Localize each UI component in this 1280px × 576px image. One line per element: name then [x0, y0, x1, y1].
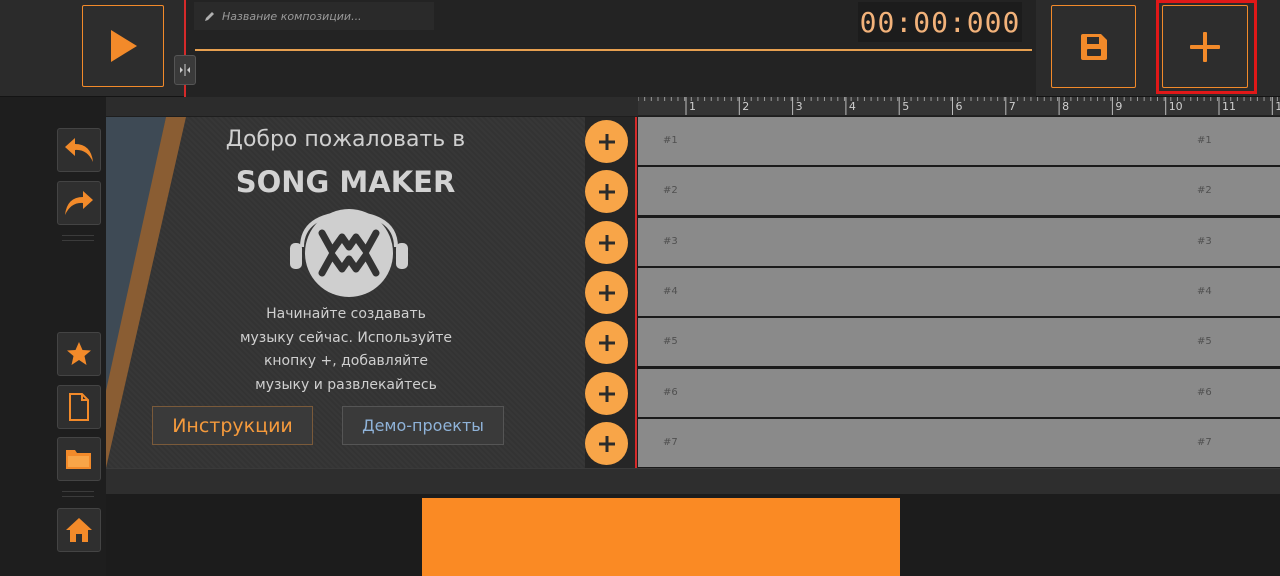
ruler-label: 2 [742, 100, 750, 113]
track-label: #3 [1197, 236, 1212, 247]
track-add-button[interactable] [585, 422, 628, 465]
track-label: #3 [663, 236, 678, 247]
track-label: #6 [1197, 387, 1212, 398]
track-row[interactable]: #7 #7 [638, 419, 1280, 467]
track-label: #5 [663, 336, 678, 347]
open-project-button[interactable] [57, 437, 101, 481]
welcome-description: Начинайте создавать музыку сейчас. Испол… [196, 303, 496, 397]
track-area: #1 #1 #2 #2 #3 #3 #4 #4 #5 #5 #6 #6 #7 #7 [638, 117, 1280, 468]
toolbar-divider [62, 491, 94, 497]
track-label: #4 [663, 286, 678, 297]
ruler-label: 1 [689, 100, 696, 113]
overview-progress-line [195, 49, 1032, 51]
play-button[interactable] [82, 5, 164, 87]
track-label: #6 [663, 387, 678, 398]
welcome-panel: Добро пожаловать в SONG MAKER Начинайте … [106, 117, 585, 468]
plus-icon [598, 133, 615, 150]
play-icon [111, 30, 137, 62]
ruler-label: 5 [902, 100, 910, 113]
track-label: #1 [663, 135, 678, 146]
pencil-icon [205, 12, 214, 21]
track-row[interactable]: #6 #6 [638, 369, 1280, 417]
ruler-label: 6 [955, 100, 963, 113]
ruler-label: 12 [1275, 100, 1280, 113]
track-label: #5 [1197, 336, 1212, 347]
ad-banner[interactable] [422, 498, 900, 576]
track-label: #2 [1197, 185, 1212, 196]
folder-icon [66, 450, 91, 469]
app-name: SONG MAKER [235, 165, 456, 199]
playhead[interactable] [635, 117, 637, 498]
welcome-heading: Добро пожаловать в [225, 127, 466, 152]
track-row[interactable]: #3 #3 [638, 218, 1280, 266]
track-label: #4 [1197, 286, 1212, 297]
composition-title-placeholder: Название композиции... [222, 9, 362, 23]
track-label: #7 [1197, 437, 1212, 448]
home-button[interactable] [57, 508, 101, 552]
undo-icon [65, 138, 93, 162]
redo-icon [65, 191, 93, 215]
toolbar-divider [62, 235, 94, 241]
welcome-line: музыку сейчас. Используйте [239, 329, 453, 346]
composition-title-input[interactable]: Название композиции... [194, 2, 434, 30]
plus-icon [1190, 31, 1220, 62]
track-add-button[interactable] [585, 372, 628, 415]
ruler-label: 7 [1008, 100, 1016, 113]
ruler-label: 11 [1222, 100, 1236, 113]
ruler-label: 8 [1062, 100, 1070, 113]
track-add-column [585, 117, 635, 468]
plus-icon [598, 334, 615, 351]
track-add-button[interactable] [585, 271, 628, 314]
track-row[interactable]: #2 #2 [638, 167, 1280, 215]
new-file-icon [69, 393, 89, 421]
split-arrows-icon [180, 64, 190, 76]
track-add-button[interactable] [585, 120, 628, 163]
timeline-ruler[interactable]: 123456789101112 [638, 97, 1280, 116]
track-label: #1 [1197, 135, 1212, 146]
ruler-spacer [106, 97, 638, 116]
track-add-button[interactable] [585, 221, 628, 264]
ruler-label: 4 [848, 100, 856, 113]
plus-icon [598, 284, 615, 301]
horizontal-scrollbar[interactable] [106, 468, 1280, 494]
redo-button[interactable] [57, 181, 101, 225]
save-icon [1080, 33, 1107, 60]
app-logo [290, 209, 408, 297]
home-icon [66, 518, 92, 542]
track-row[interactable]: #1 #1 [638, 117, 1280, 165]
plus-icon [598, 385, 615, 402]
favorites-button[interactable] [57, 332, 101, 376]
track-row[interactable]: #5 #5 [638, 318, 1280, 366]
plus-icon [598, 234, 615, 251]
track-row[interactable]: #4 #4 [638, 268, 1280, 316]
plus-icon [598, 183, 615, 200]
resize-handle[interactable] [174, 55, 196, 85]
track-label: #7 [663, 437, 678, 448]
ruler-label: 3 [795, 100, 803, 113]
plus-icon [598, 435, 615, 452]
track-add-button[interactable] [585, 321, 628, 364]
welcome-line: кнопку +, добавляйте [263, 353, 429, 369]
track-add-button[interactable] [585, 170, 628, 213]
ruler-label: 9 [1115, 100, 1123, 113]
instructions-button[interactable]: Инструкции [152, 406, 313, 445]
welcome-line: Начинайте создавать [266, 306, 426, 322]
track-label: #2 [663, 185, 678, 196]
save-button[interactable] [1051, 5, 1136, 88]
welcome-line: музыку и развлекайтесь [255, 376, 437, 393]
undo-button[interactable] [57, 128, 101, 172]
add-track-button[interactable] [1162, 5, 1248, 88]
star-icon [67, 342, 91, 365]
new-project-button[interactable] [57, 385, 101, 429]
ruler-label: 10 [1168, 100, 1183, 113]
demo-projects-button[interactable]: Демо-проекты [342, 406, 504, 445]
time-display: 00:00:000 [858, 2, 1022, 42]
